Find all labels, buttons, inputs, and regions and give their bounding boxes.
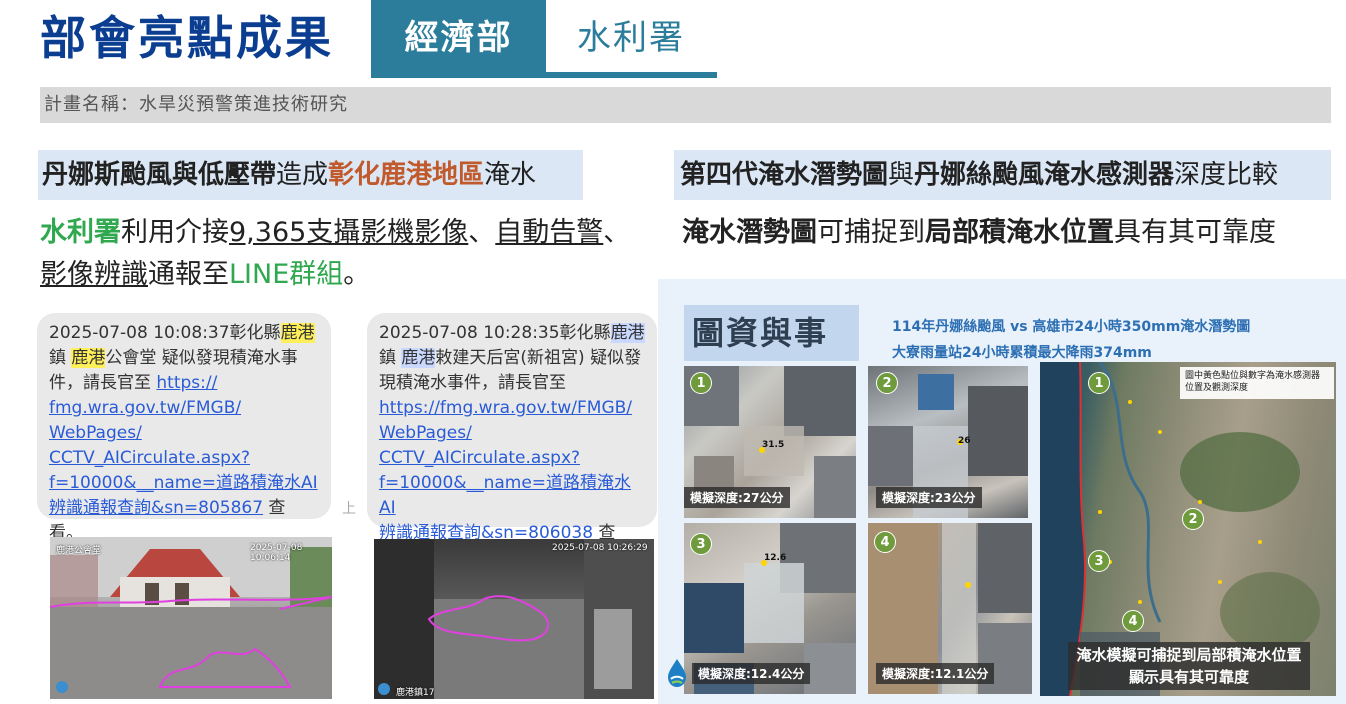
map-marker-2: 2 (1182, 508, 1204, 530)
aerial-photo-1: 1 31.5 模擬深度:27公分 (684, 366, 856, 518)
tab-ministry-economic-affairs[interactable]: 經濟部 (371, 0, 546, 76)
message-link-line-4[interactable]: CCTV_AICirculate.aspx? (49, 448, 250, 468)
desc-sep-2: 、 (603, 217, 631, 248)
heading-flood-map: 第四代淹水潛勢圖 (680, 160, 889, 190)
message-link-line-5[interactable]: f=10000&__name=道路積淹水AI (49, 473, 318, 493)
cctv-image-1: 鹿港公會堂 2025-07-08 10:06:14 (50, 537, 332, 699)
desc-cameras: 9,365支攝影機影像 (229, 217, 469, 248)
message-link-line-2[interactable]: fmg.wra.gov.tw/FMGB/ (49, 398, 241, 418)
aerial-3-number-marker: 3 (690, 533, 712, 555)
message-link-line-4[interactable]: f=10000&__name=道路積淹水AI (379, 473, 631, 518)
heading-caused: 造成 (276, 160, 329, 190)
bubble-separator: 上 (342, 501, 356, 517)
line-message-bubble-2: 2025-07-08 10:28:35彰化縣鹿港 鎮 鹿港敕建天后宮(新祖宮) … (367, 313, 657, 568)
heading-and: 與 (888, 160, 915, 190)
aerial-3-sensor-label: 12.6 (764, 553, 787, 563)
project-name-bar: 計畫名稱：水旱災預警策進技術研究 (40, 87, 1331, 123)
message-link-line-2[interactable]: WebPages/ (379, 423, 472, 443)
map-marker-4: 4 (1122, 610, 1144, 632)
desc-text-1: 利用介接 (121, 217, 229, 248)
message-link-line-1[interactable]: https:// (156, 373, 217, 393)
desc-agency: 水利署 (40, 217, 121, 248)
desc-end: 。 (343, 259, 371, 290)
cctv-2-bottom-text: 鹿港鎮17 (396, 688, 435, 698)
line-message-bubble-1: 2025-07-08 10:08:37彰化縣鹿港 鎮 鹿港公會堂 疑似發現積淹水… (37, 313, 331, 543)
message-mid-1: 鎮 (379, 348, 402, 368)
heading-typhoon: 丹娜斯颱風與低壓帶 (42, 160, 277, 190)
heading-sensor: 丹娜絲颱風淹水感測器 (914, 160, 1175, 190)
map-legend-line-1: 圖中黃色點位與數字為淹水感測器 (1185, 371, 1321, 381)
cctv-1-timestamp: 2025-07-08 10:06:14 (250, 543, 303, 563)
heading-depth-compare: 深度比較 (1174, 160, 1279, 190)
desc-reliability: 具有其可靠度 (1114, 217, 1276, 248)
aerial-2-number-marker: 2 (876, 372, 898, 394)
message-prefix: 2025-07-08 10:08:37彰化縣 (49, 323, 281, 343)
desc-line-group: LINE群組 (229, 259, 344, 290)
map-marker-3: 3 (1088, 550, 1110, 572)
message-link-line-3[interactable]: CCTV_AICirculate.aspx? (379, 448, 580, 468)
heading-location: 彰化鹿港地區 (328, 160, 485, 190)
message-place-highlight-2: 鹿港 (71, 348, 106, 368)
desc-recognition: 影像辨識 (40, 259, 148, 290)
aerial-1-depth-label: 模擬深度:27公分 (684, 487, 790, 508)
desc-flood-map: 淹水潛勢圖 (682, 217, 817, 248)
map-caption-line-2: 顯示具有其可靠度 (1128, 668, 1249, 686)
aerial-photo-3: 3 12.6 模擬深度:12.4公分 (684, 523, 856, 694)
cctv-2-scene (374, 539, 654, 699)
cctv-1-caption: 鹿港公會堂 (56, 546, 102, 556)
aerial-3-depth-label: 模擬深度:12.4公分 (692, 663, 811, 684)
heading-flooding: 淹水 (484, 160, 537, 190)
aerial-1-sensor-label: 31.5 (762, 440, 785, 450)
message-link-line-1[interactable]: https://fmg.wra.gov.tw/FMGB/ (379, 398, 632, 418)
aerial-2-sensor-label: 26 (958, 436, 971, 446)
panel-title: 圖資與事件 (684, 305, 859, 408)
cctv-image-2: 2025-07-08 10:26:29 鹿港鎮17 (374, 539, 654, 699)
desc-alerts: 自動告警 (495, 217, 604, 248)
desc-text-2: 通報至 (148, 259, 229, 290)
message-link-line-6[interactable]: 辨識通報查詢&sn=805867 (49, 498, 263, 518)
left-section-heading: 丹娜斯颱風與低壓帶造成彰化鹿港地區淹水 (38, 150, 583, 200)
aerial-4-depth-label: 模擬深度:12.1公分 (876, 663, 995, 684)
cctv-2-timestamp: 2025-07-08 10:26:29 (552, 543, 648, 553)
map-title-line-2: 大寮雨量站24小時累積最大降雨374mm (892, 345, 1152, 361)
aerial-photo-4: 4 模擬深度:12.1公分 (868, 523, 1032, 694)
message-link-line-3[interactable]: WebPages/ (49, 423, 142, 443)
message-place-highlight: 鹿港 (610, 323, 645, 343)
page-title: 部會亮點成果 (40, 11, 334, 65)
right-section-heading: 第四代淹水潛勢圖與丹娜絲颱風淹水感測器深度比較 (674, 150, 1331, 200)
tab-water-resources-agency[interactable]: 水利署 (546, 0, 716, 72)
aerial-2-depth-label: 模擬深度:23公分 (876, 487, 982, 508)
left-description: 水利署利用介接9,365支攝影機影像、自動告警、 影像辨識通報至LINE群組。 (40, 212, 660, 296)
map-legend-line-2: 位置及觀測深度 (1185, 383, 1249, 393)
wra-logo-icon (668, 659, 686, 687)
aerial-4-number-marker: 4 (874, 531, 896, 553)
desc-sep-1: 、 (468, 217, 496, 248)
aerial-photo-2: 2 26 模擬深度:23公分 (868, 366, 1028, 518)
right-description: 淹水潛勢圖可捕捉到局部積淹水位置具有其可靠度 (682, 212, 1276, 254)
message-place-highlight-2: 鹿港 (401, 348, 436, 368)
map-marker-1: 1 (1088, 372, 1110, 394)
message-prefix: 2025-07-08 10:28:35彰化縣 (379, 323, 611, 343)
map-legend: 圖中黃色點位與數字為淹水感測器 位置及觀測深度 (1180, 367, 1334, 399)
aerial-1-number-marker: 1 (690, 372, 712, 394)
desc-local-flood: 局部積淹水位置 (925, 217, 1114, 248)
desc-capture: 可捕捉到 (817, 217, 925, 248)
map-caption-line-1: 淹水模擬可捕捉到局部積淹水位置 (1076, 646, 1302, 664)
message-place-highlight: 鹿港 (280, 323, 315, 343)
message-mid-1: 鎮 (49, 348, 72, 368)
map-caption: 淹水模擬可捕捉到局部積淹水位置 顯示具有其可靠度 (1068, 642, 1310, 690)
map-title-line-1: 114年丹娜絲颱風 vs 高雄市24小時350mm淹水潛勢圖 (892, 319, 1251, 335)
